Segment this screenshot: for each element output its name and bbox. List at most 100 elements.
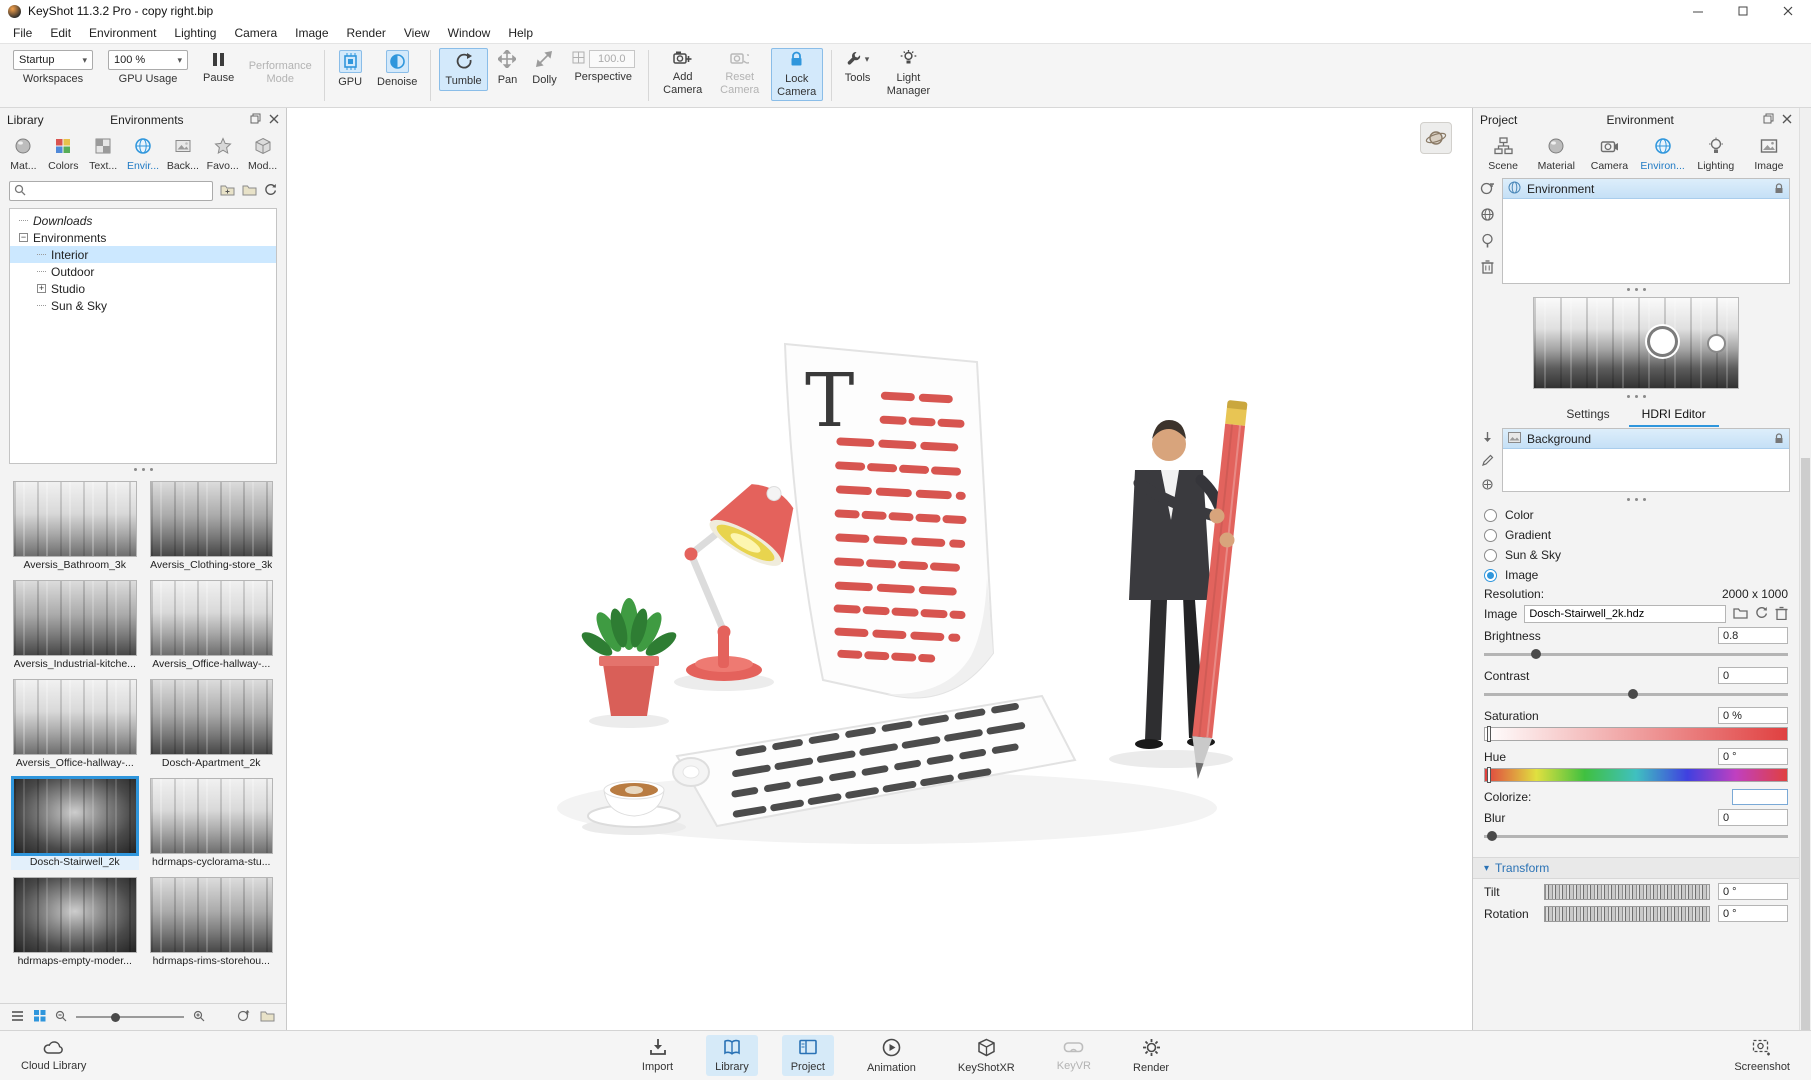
denoise-toggle-button[interactable]: Denoise: [372, 48, 422, 91]
env-type-image[interactable]: Image: [1473, 565, 1799, 585]
add-camera-button[interactable]: Add Camera: [657, 48, 709, 98]
radio-icon[interactable]: [1484, 508, 1497, 522]
edit-pen-icon[interactable]: [1481, 454, 1494, 470]
delete-environment-icon[interactable]: [1481, 259, 1494, 277]
render-button[interactable]: Render: [1124, 1035, 1178, 1077]
contrast-value-input[interactable]: 0: [1718, 667, 1788, 684]
library-button[interactable]: Library: [706, 1035, 758, 1076]
environment-gizmo-button[interactable]: [1420, 122, 1452, 154]
tilt-drag-bar[interactable]: [1544, 883, 1710, 900]
tab-settings[interactable]: Settings: [1553, 404, 1622, 427]
upload-environment-icon[interactable]: [237, 1009, 251, 1025]
tab-environments[interactable]: Envir...: [124, 134, 163, 174]
right-panel-scrollbar[interactable]: [1799, 108, 1811, 1030]
grid-view-icon[interactable]: [33, 1009, 46, 1025]
tab-image[interactable]: Image: [1743, 134, 1795, 174]
menu-help[interactable]: Help: [499, 24, 542, 42]
blur-value-input[interactable]: 0: [1718, 809, 1788, 826]
undock-panel-icon[interactable]: [1763, 113, 1774, 127]
panel-splitter-handle[interactable]: [1473, 391, 1799, 402]
dolly-tool-button[interactable]: Dolly: [527, 48, 561, 89]
minimize-button[interactable]: [1676, 0, 1721, 22]
thumbnail-aversis-bathroom[interactable]: Aversis_Bathroom_3k: [11, 479, 139, 573]
close-panel-icon[interactable]: [269, 113, 279, 127]
gpu-toggle-button[interactable]: GPU: [333, 48, 367, 91]
hdri-light-pin-selected[interactable]: [1650, 328, 1676, 354]
refresh-icon[interactable]: [264, 183, 277, 199]
env-type-color[interactable]: Color: [1473, 505, 1799, 525]
zoom-in-icon[interactable]: [193, 1010, 205, 1025]
lock-icon[interactable]: [1774, 433, 1784, 444]
close-button[interactable]: [1766, 0, 1811, 22]
blur-slider[interactable]: [1484, 829, 1788, 842]
thumbnail-hdrmaps-cyclorama[interactable]: hdrmaps-cyclorama-stu...: [148, 776, 276, 870]
hdri-preview-image[interactable]: [1533, 297, 1739, 389]
panel-splitter-handle[interactable]: [1473, 284, 1799, 295]
saturation-value-input[interactable]: 0 %: [1718, 707, 1788, 724]
thumbnail-zoom-slider[interactable]: [76, 1011, 184, 1023]
undock-panel-icon[interactable]: [250, 113, 261, 127]
close-panel-icon[interactable]: [1782, 113, 1792, 127]
menu-lighting[interactable]: Lighting: [165, 24, 225, 42]
transform-section-header[interactable]: ▾ Transform: [1473, 857, 1799, 879]
tab-favorites[interactable]: Favo...: [203, 134, 242, 174]
tools-button[interactable]: ▾ Tools: [840, 48, 876, 87]
animation-button[interactable]: Animation: [858, 1035, 925, 1077]
slider-handle[interactable]: [1627, 689, 1638, 699]
hue-value-input[interactable]: 0 °: [1718, 748, 1788, 765]
env-type-sun-sky[interactable]: Sun & Sky: [1473, 545, 1799, 565]
slider-handle[interactable]: [110, 1013, 120, 1022]
tab-materials[interactable]: Mat...: [4, 134, 43, 174]
radio-selected-icon[interactable]: [1484, 568, 1497, 582]
cloud-library-button[interactable]: Cloud Library: [12, 1036, 95, 1075]
project-button[interactable]: Project: [781, 1035, 834, 1076]
image-file-input[interactable]: [1524, 605, 1726, 623]
workspaces-dropdown[interactable]: Startup ▾: [13, 50, 93, 70]
thumbnail-aversis-industrial-kitchen[interactable]: Aversis_Industrial-kitche...: [11, 578, 139, 672]
radio-icon[interactable]: [1484, 528, 1497, 542]
panel-splitter-handle[interactable]: [1473, 494, 1799, 505]
tab-models[interactable]: Mod...: [243, 134, 282, 174]
import-button[interactable]: Import: [633, 1035, 682, 1076]
add-environment-icon[interactable]: [1480, 181, 1495, 199]
slider-handle[interactable]: [1487, 831, 1498, 841]
zoom-out-icon[interactable]: [55, 1010, 67, 1025]
pause-button[interactable]: Pause: [198, 48, 239, 87]
tree-item-interior[interactable]: Interior: [10, 246, 276, 263]
add-pin-icon[interactable]: [1481, 478, 1494, 494]
brightness-slider[interactable]: [1484, 647, 1788, 660]
tree-item-outdoor[interactable]: Outdoor: [10, 263, 276, 280]
lock-icon[interactable]: [1774, 183, 1784, 194]
colorize-swatch[interactable]: [1732, 789, 1788, 805]
search-input[interactable]: [30, 185, 208, 197]
set-active-environment-icon[interactable]: [1480, 233, 1495, 251]
gpu-usage-dropdown[interactable]: 100 % ▾: [108, 50, 188, 70]
collapse-icon[interactable]: [19, 233, 28, 242]
tab-hdri-editor[interactable]: HDRI Editor: [1628, 404, 1719, 427]
tree-item-sun-sky[interactable]: Sun & Sky: [10, 297, 276, 314]
menu-render[interactable]: Render: [338, 24, 395, 42]
saturation-gradient-slider[interactable]: [1484, 726, 1788, 742]
menu-environment[interactable]: Environment: [80, 24, 165, 42]
thumbnail-dosch-stairwell-selected[interactable]: Dosch-Stairwell_2k: [11, 776, 139, 870]
environment-list-item[interactable]: Environment: [1503, 179, 1789, 199]
tab-environment[interactable]: Environ...: [1637, 134, 1689, 174]
open-folder-icon[interactable]: [260, 1010, 275, 1025]
tab-colors[interactable]: Colors: [44, 134, 83, 174]
brightness-value-input[interactable]: 0.8: [1718, 627, 1788, 644]
reset-camera-button[interactable]: Reset Camera: [714, 48, 766, 98]
tree-item-environments[interactable]: Environments: [10, 229, 276, 246]
menu-file[interactable]: File: [4, 24, 41, 42]
list-view-icon[interactable]: [11, 1010, 24, 1025]
thumbnail-hdrmaps-rims-storehouse[interactable]: hdrmaps-rims-storehou...: [148, 875, 276, 969]
browse-folder-icon[interactable]: [1733, 607, 1748, 622]
panel-splitter-handle[interactable]: [0, 464, 286, 475]
light-manager-button[interactable]: Light Manager: [880, 48, 936, 99]
slider-handle[interactable]: [1487, 767, 1491, 783]
lock-camera-button[interactable]: Lock Camera: [770, 48, 823, 102]
tab-backplates[interactable]: Back...: [163, 134, 202, 174]
perspective-control[interactable]: 100.0 Perspective: [567, 48, 640, 86]
move-down-icon[interactable]: [1482, 431, 1493, 446]
menu-image[interactable]: Image: [286, 24, 337, 42]
thumbnail-aversis-office-hallway-2[interactable]: Aversis_Office-hallway-...: [11, 677, 139, 771]
